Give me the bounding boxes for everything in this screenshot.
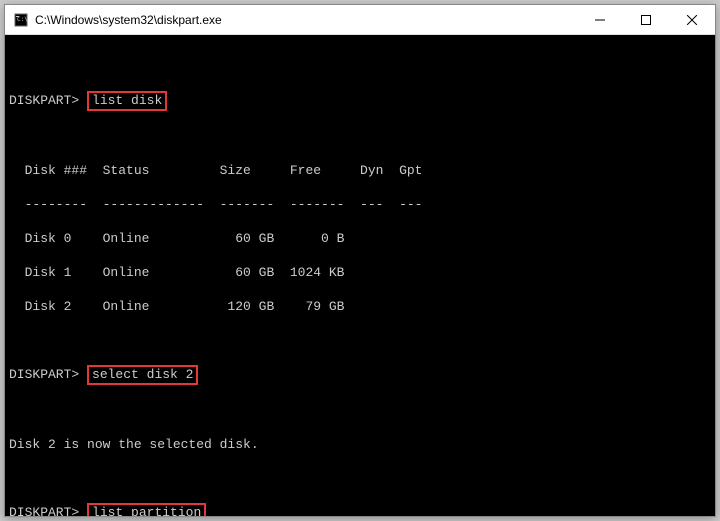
- output-msg: Disk 2 is now the selected disk.: [9, 436, 711, 453]
- table-row: Disk 0 Online 60 GB 0 B: [9, 230, 711, 247]
- cmd-list-partition: list partition: [87, 503, 206, 516]
- cmd-select-disk: select disk 2: [87, 365, 198, 385]
- app-icon: C:\: [13, 12, 29, 28]
- prompt: DISKPART>: [9, 367, 79, 382]
- disk-header: Disk ### Status Size Free Dyn Gpt: [9, 162, 711, 179]
- minimize-icon: [595, 15, 605, 25]
- maximize-icon: [641, 15, 651, 25]
- prompt: DISKPART>: [9, 93, 79, 108]
- close-icon: [687, 15, 697, 25]
- svg-text:C:\: C:\: [17, 16, 28, 23]
- cmd-list-disk: list disk: [87, 91, 167, 111]
- blank-line: [9, 332, 711, 349]
- blank-line: [9, 402, 711, 419]
- blank-line: [9, 128, 711, 145]
- table-row: Disk 1 Online 60 GB 1024 KB: [9, 264, 711, 281]
- app-window: C:\ C:\Windows\system32\diskpart.exe DIS…: [4, 4, 716, 517]
- window-controls: [577, 5, 715, 34]
- close-button[interactable]: [669, 5, 715, 34]
- window-title: C:\Windows\system32\diskpart.exe: [35, 13, 577, 27]
- titlebar[interactable]: C:\ C:\Windows\system32\diskpart.exe: [5, 5, 715, 35]
- prompt-line: DISKPART> select disk 2: [9, 366, 711, 385]
- disk-divider: -------- ------------- ------- ------- -…: [9, 196, 711, 213]
- minimize-button[interactable]: [577, 5, 623, 34]
- prompt: DISKPART>: [9, 505, 79, 516]
- maximize-button[interactable]: [623, 5, 669, 34]
- blank-line: [9, 58, 711, 75]
- prompt-line: DISKPART> list disk: [9, 92, 711, 111]
- terminal-body[interactable]: DISKPART> list disk Disk ### Status Size…: [5, 35, 715, 516]
- prompt-line: DISKPART> list partition: [9, 504, 711, 516]
- table-row: Disk 2 Online 120 GB 79 GB: [9, 298, 711, 315]
- blank-line: [9, 470, 711, 487]
